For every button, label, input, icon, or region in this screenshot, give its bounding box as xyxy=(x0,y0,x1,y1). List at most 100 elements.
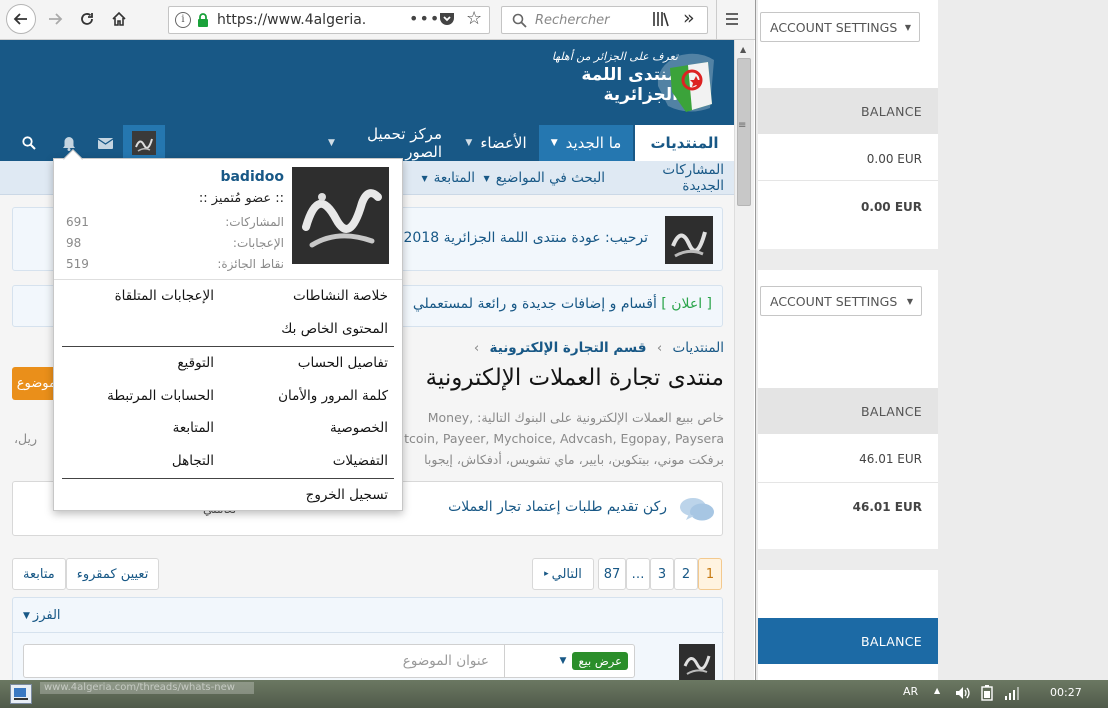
announcement-text[interactable]: [ اعلان ] أقسام و إضافات جديدة و رائعة ل… xyxy=(413,296,712,312)
tab-forums[interactable]: المنتديات xyxy=(635,125,734,161)
chevron-down-icon[interactable]: ▼ xyxy=(465,138,472,148)
search-icon xyxy=(512,13,527,28)
pagination-next[interactable]: التالي ▸ xyxy=(532,558,594,590)
subnav-new-posts[interactable]: المشاركات الجديدة xyxy=(618,161,724,195)
subnav-search-threads[interactable]: البحث في المواضيع ▼ xyxy=(480,161,605,195)
tab-members[interactable]: الأعضاء ▼ xyxy=(455,125,537,161)
tab-image-upload[interactable]: مركز تحميل الصور ▼ xyxy=(318,125,452,161)
thread-avatar xyxy=(679,644,715,680)
user-avatar-button[interactable] xyxy=(123,125,165,161)
announcement-body: أقسام و إضافات جديدة و رائعة لمستعملي xyxy=(412,296,657,312)
browser-window: i https://www.4algeria.com ••• ☆ Recherc… xyxy=(0,0,756,680)
back-button[interactable] xyxy=(6,4,36,34)
menu-reactions-received[interactable]: الإعجابات المتلقاة xyxy=(115,288,214,304)
menu-your-content[interactable]: المحتوى الخاص بك xyxy=(281,321,388,337)
stat-likes-label: الإعجابات: xyxy=(232,235,284,250)
chevron-down-icon[interactable]: ▼ xyxy=(328,138,335,148)
info-icon[interactable]: i xyxy=(175,12,191,28)
menu-logout[interactable]: تسجيل الخروج xyxy=(306,487,388,503)
menu-privacy[interactable]: الخصوصية xyxy=(330,420,388,436)
stat-posts-label: المشاركات: xyxy=(225,214,284,229)
menu-ignoring[interactable]: التجاهل xyxy=(172,453,214,469)
reload-button[interactable] xyxy=(72,4,102,34)
watch-forum-button[interactable]: متابعة xyxy=(12,558,66,590)
clock[interactable]: 00:27 xyxy=(1050,686,1082,699)
caret-down-icon: ▼ xyxy=(904,22,911,32)
search-input[interactable]: Rechercher xyxy=(501,6,708,34)
balance-total: 46.01 EUR xyxy=(852,500,922,514)
subnav-watched[interactable]: المتابعة ▼ xyxy=(415,161,475,195)
home-button[interactable] xyxy=(104,4,134,34)
balance-value: 46.01 EUR xyxy=(859,452,922,466)
address-bar[interactable]: i https://www.4algeria.com ••• ☆ xyxy=(168,6,490,34)
thread-title-input[interactable]: عرض بيع عنوان الموضوع ▼ عرض بيع xyxy=(23,644,635,678)
pagination-ellipsis[interactable]: … xyxy=(626,558,650,590)
prefix-select[interactable]: ▼ عرض بيع xyxy=(504,645,634,677)
pagination-page-3[interactable]: 3 xyxy=(650,558,674,590)
account-settings-button-2[interactable]: ACCOUNT SETTINGS ▼ xyxy=(760,286,922,316)
balance-card-1: 0.00 EUR 0.00 EUR xyxy=(758,134,938,249)
chevron-down-icon[interactable]: ▼ xyxy=(421,174,427,183)
hamburger-menu-icon[interactable] xyxy=(725,12,739,30)
thread-list: الفرز ▼ عرض بيع عنوان الموضوع ▼ عرض بيع xyxy=(12,597,724,680)
language-indicator[interactable]: AR xyxy=(903,685,918,698)
lock-icon xyxy=(197,13,209,27)
sticky-forum-link[interactable]: ركن تقديم طلبات إعتماد تجار العملات xyxy=(413,499,667,515)
filter-toggle[interactable]: الفرز ▼ xyxy=(23,608,61,623)
breadcrumb-ecommerce[interactable]: قسم التجارة الإلكترونية xyxy=(490,340,647,356)
notice-avatar xyxy=(665,216,713,264)
pagination-page-2[interactable]: 2 xyxy=(674,558,698,590)
scrollbar-thumb[interactable] xyxy=(737,58,751,206)
menu-account-details[interactable]: تفاصيل الحساب xyxy=(298,355,388,371)
menu-signature[interactable]: التوقيع xyxy=(177,355,214,371)
start-app-icon[interactable] xyxy=(10,684,32,704)
search-placeholder: Rechercher xyxy=(535,12,610,28)
page-actions-icon[interactable]: ••• xyxy=(409,9,440,28)
library-icon[interactable] xyxy=(652,10,670,32)
account-card-1: ACCOUNT SETTINGS ▼ xyxy=(758,0,938,88)
forum-actions: متابعة تعيين كمقروء xyxy=(12,558,160,590)
chevron-down-icon[interactable]: ▼ xyxy=(551,138,558,148)
filter-label: الفرز xyxy=(32,608,61,623)
balance-header-1: BALANCE xyxy=(758,88,938,134)
envelope-icon[interactable] xyxy=(90,125,120,161)
speaker-icon[interactable] xyxy=(955,686,971,704)
tab-whats-new[interactable]: ما الجديد ▼ xyxy=(539,125,633,161)
tray-expand-icon[interactable]: ▲ xyxy=(934,686,940,695)
account-card-3 xyxy=(758,570,938,620)
popup-stats: 691 المشاركات: 98 الإعجابات: 519 نقاط ال… xyxy=(66,211,284,274)
balance-header-2: BALANCE xyxy=(758,388,938,434)
bookmark-star-icon[interactable]: ☆ xyxy=(466,8,482,29)
chevron-down-icon[interactable]: ▼ xyxy=(484,174,490,183)
status-url: www.4algeria.com/threads/whats-new xyxy=(40,682,254,694)
forward-button[interactable] xyxy=(40,4,70,34)
overflow-chevron-icon[interactable]: » xyxy=(683,7,695,29)
popup-username[interactable]: badidoo xyxy=(54,169,284,185)
tab-members-label: الأعضاء xyxy=(480,134,527,152)
pagination-page-1-current[interactable]: 1 xyxy=(698,558,722,590)
algeria-map-logo-icon xyxy=(648,46,720,122)
search-icon[interactable] xyxy=(14,125,44,161)
menu-preferences[interactable]: التفضيلات xyxy=(333,453,388,469)
breadcrumb-forums[interactable]: المنتديات xyxy=(673,340,724,356)
page-3-label: 3 xyxy=(657,566,667,582)
user-menu-popup: badidoo :: عضو مُتميز :: 691 المشاركات: … xyxy=(53,149,403,511)
welcome-notice-link[interactable]: ترحيب: عودة منتدى اللمة الجزائرية 2018 xyxy=(393,230,649,246)
stat-points: 519 نقاط الجائزة: xyxy=(66,253,284,274)
chevron-right-icon: ▸ xyxy=(544,569,549,579)
pocket-icon[interactable] xyxy=(439,12,455,31)
popup-avatar[interactable] xyxy=(292,167,389,264)
battery-icon[interactable] xyxy=(980,685,994,705)
divider xyxy=(62,478,394,479)
stat-posts-value: 691 xyxy=(66,214,89,229)
network-signal-icon[interactable] xyxy=(1004,686,1020,704)
scroll-up-arrow-icon[interactable]: ▲ xyxy=(740,45,746,54)
account-settings-button-1[interactable]: ACCOUNT SETTINGS ▼ xyxy=(760,12,920,42)
menu-following[interactable]: المتابعة xyxy=(173,420,214,436)
menu-news-feed[interactable]: خلاصة النشاطات xyxy=(293,288,388,304)
mark-read-button[interactable]: تعيين كمقروء xyxy=(65,558,160,590)
menu-password-security[interactable]: كلمة المرور والأمان xyxy=(278,388,388,404)
menu-connected-accounts[interactable]: الحسابات المرتبطة xyxy=(107,388,214,404)
pagination-page-87[interactable]: 87 xyxy=(598,558,626,590)
pagination: التالي ▸ 87 … 3 2 1 xyxy=(532,558,722,590)
